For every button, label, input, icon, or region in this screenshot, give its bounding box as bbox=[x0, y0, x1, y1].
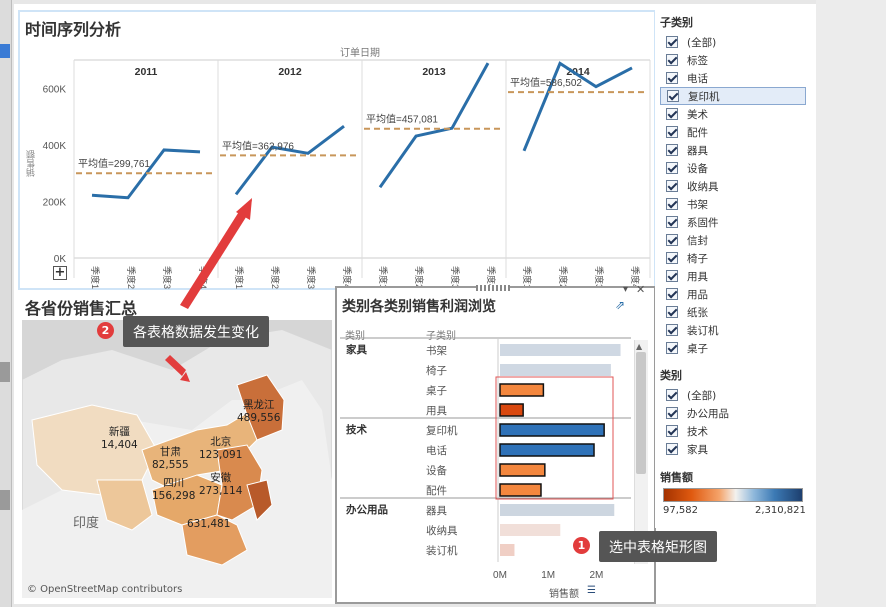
callout-select-bar: 选中表格矩形图 bbox=[599, 531, 717, 562]
annotation-arrows bbox=[165, 198, 252, 382]
step-badge-2: 2 bbox=[97, 322, 114, 339]
step-badge-1: 1 bbox=[573, 537, 590, 554]
callout-data-changes: 各表格数据发生变化 bbox=[123, 316, 269, 347]
